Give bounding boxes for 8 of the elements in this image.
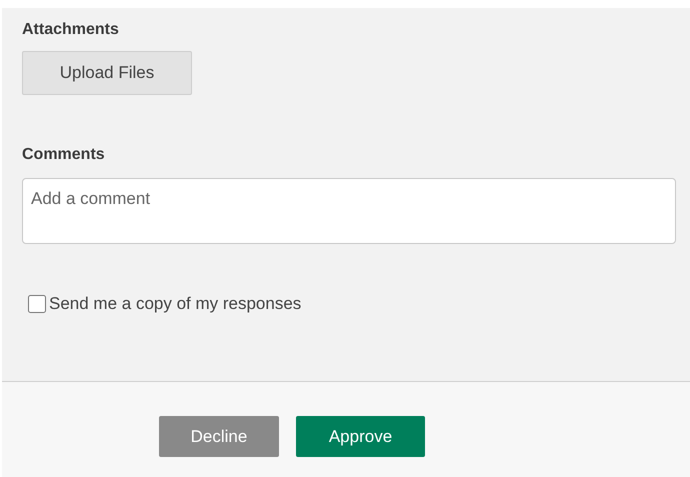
upload-files-button[interactable]: Upload Files [22, 51, 192, 95]
comment-field[interactable]: Add a comment [22, 178, 676, 244]
copy-checkbox[interactable] [28, 295, 46, 313]
attachments-label: Attachments [22, 21, 119, 39]
approve-button[interactable]: Approve [296, 416, 425, 457]
comments-label: Comments [22, 146, 105, 164]
copy-label: Send me a copy of my responses [49, 294, 302, 314]
decline-button[interactable]: Decline [159, 416, 279, 457]
